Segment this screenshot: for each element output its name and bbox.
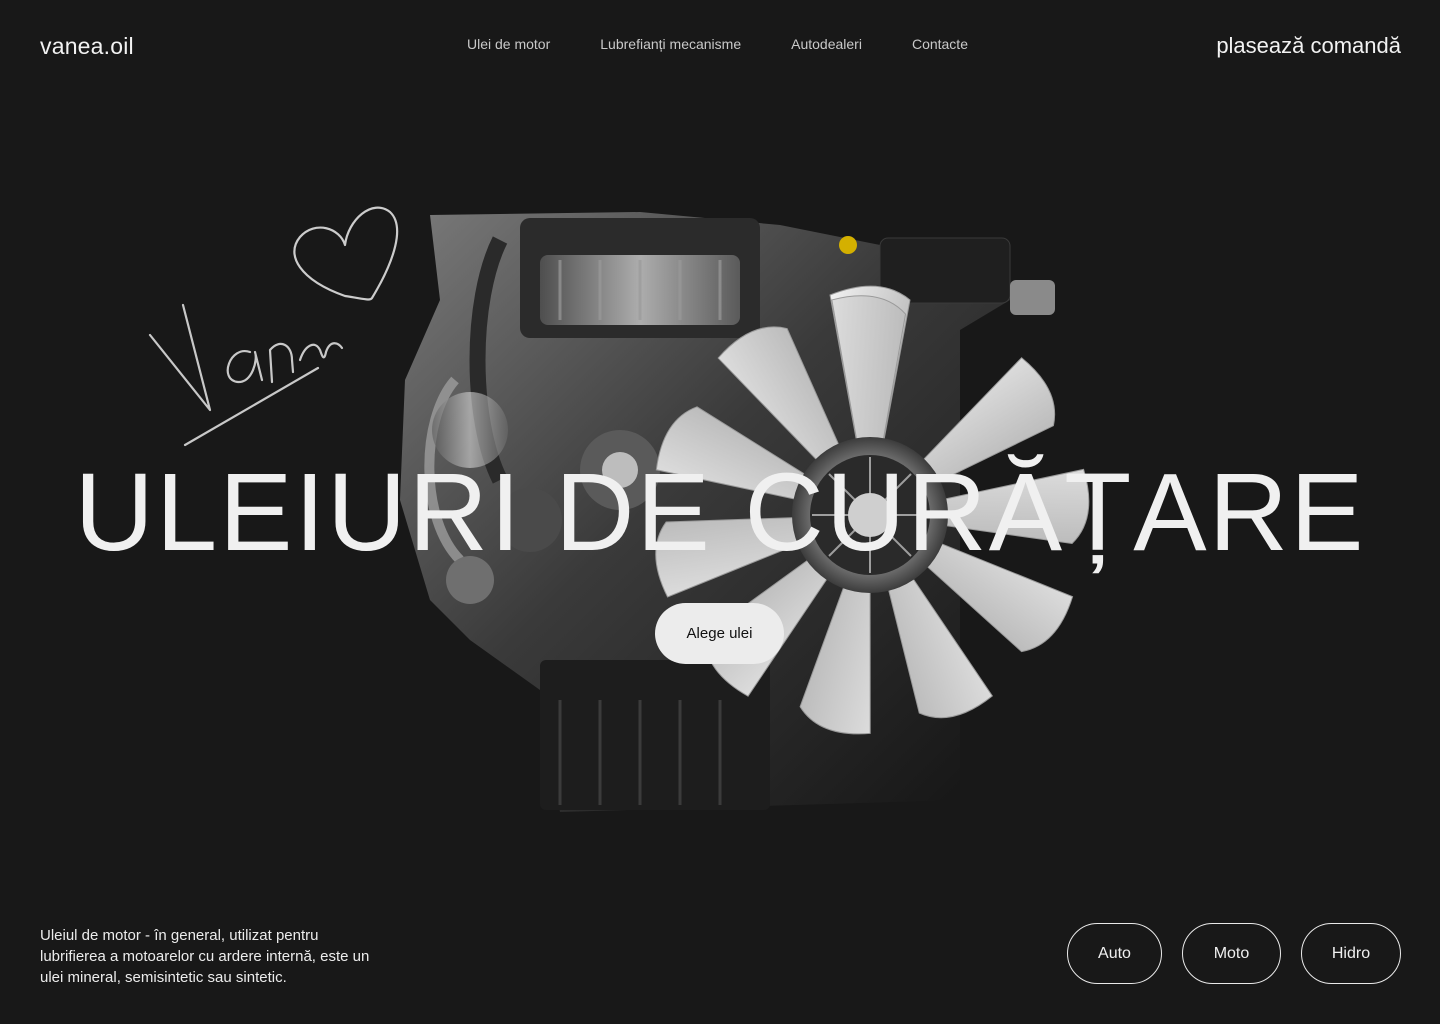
category-auto-button[interactable]: Auto (1067, 923, 1162, 984)
main-nav: Ulei de motor Lubrefianți mecanisme Auto… (467, 36, 968, 52)
hero-title: ULEIURI DE CURĂȚARE (74, 451, 1366, 574)
heart-doodle (293, 206, 399, 301)
engine-image (400, 212, 1055, 812)
description-text: Uleiul de motor - în general, utilizat p… (40, 927, 370, 986)
signature-drawing (148, 303, 344, 447)
logo[interactable]: vanea.oil (40, 33, 134, 60)
category-buttons: Auto Moto Hidro (1067, 923, 1401, 984)
hero-illustration (148, 206, 1090, 812)
nav-item-autodealeri[interactable]: Autodealeri (791, 36, 862, 52)
fan-image (655, 285, 1090, 735)
choose-oil-button[interactable]: Alege ulei (655, 603, 784, 664)
nav-item-contacte[interactable]: Contacte (912, 36, 968, 52)
category-hidro-button[interactable]: Hidro (1301, 923, 1401, 984)
nav-item-lubrefianti[interactable]: Lubrefianți mecanisme (600, 36, 741, 52)
nav-item-ulei-de-motor[interactable]: Ulei de motor (467, 36, 550, 52)
category-moto-button[interactable]: Moto (1182, 923, 1281, 984)
place-order-link[interactable]: plasează comandă (1216, 33, 1401, 59)
